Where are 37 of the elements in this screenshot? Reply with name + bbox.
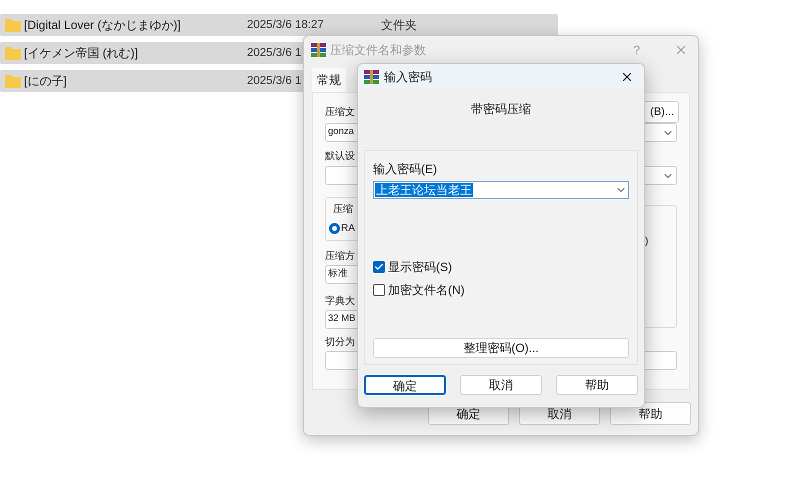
field-label: 输入密码(E) — [373, 161, 438, 178]
file-name: [Digital Lover (なかじまゆか)] — [24, 18, 181, 32]
dialog-button[interactable]: 确定 — [364, 375, 446, 395]
selected-text: 上老王论坛当老王 — [375, 183, 473, 197]
field-label: 压缩文 — [325, 106, 355, 120]
file-type: 文件夹 — [381, 17, 417, 34]
file-date: 2025/3/6 18:27 — [247, 19, 324, 32]
field-label: 切分为 — [325, 336, 355, 350]
folder-icon — [5, 18, 21, 32]
radio-label: RA — [341, 222, 355, 236]
window-title: 输入密码 — [384, 68, 433, 86]
field-label: 压缩方 — [325, 250, 355, 264]
checkbox-label: 加密文件名(N) — [388, 282, 465, 299]
file-date: 2025/3/6 1 — [247, 75, 302, 88]
file-name: [にの子] — [24, 74, 67, 88]
folder-icon — [5, 74, 21, 88]
window-title: 压缩文件名和参数 — [330, 42, 427, 59]
file-name: [イケメン帝国 (れむ)] — [24, 46, 138, 60]
archive-books-icon — [311, 43, 326, 57]
checkbox-label: 显示密码(S) — [388, 259, 452, 276]
radio-button[interactable] — [329, 223, 340, 234]
folder-icon — [5, 46, 21, 60]
dialog-button[interactable]: 帮助 — [556, 375, 638, 395]
checkbox[interactable] — [373, 261, 385, 273]
folder-row[interactable]: [Digital Lover (なかじまゆか)] 2025/3/6 18:27 文件夹 — [0, 14, 558, 36]
group-text: ) — [645, 236, 648, 247]
tab[interactable]: 常规 — [312, 68, 346, 92]
organize-passwords-button[interactable]: 整理密码(O)... — [373, 338, 629, 358]
file-date: 2025/3/6 1 — [247, 47, 302, 60]
dialog-heading: 带密码压缩 — [471, 101, 531, 118]
group-label: 压缩 — [333, 202, 353, 217]
archive-books-icon — [364, 70, 379, 84]
field-label: 默认设 — [325, 150, 355, 164]
dialog-button[interactable]: 取消 — [460, 375, 542, 395]
checkbox[interactable] — [373, 284, 385, 296]
password-combobox[interactable]: 上老王论坛当老王 — [373, 181, 629, 199]
field-label: 字典大 — [325, 294, 355, 309]
